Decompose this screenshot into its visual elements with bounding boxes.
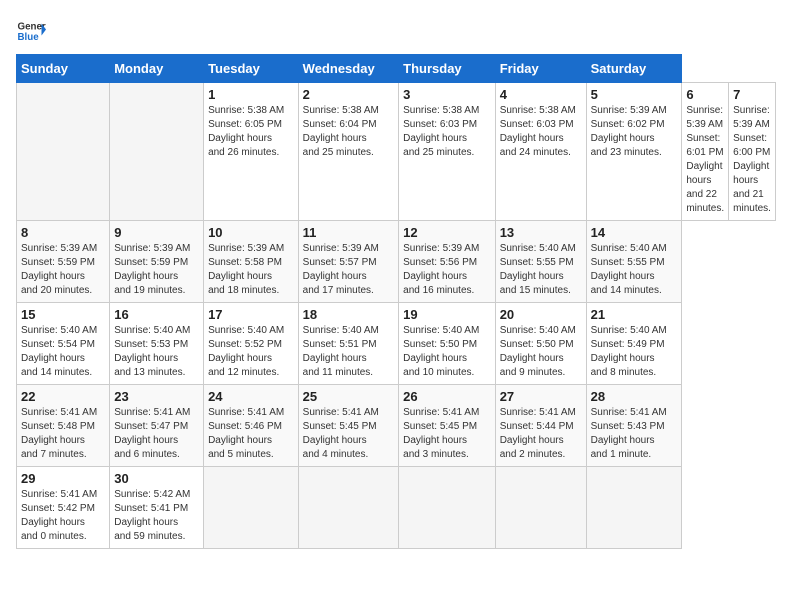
calendar-day-19: 19Sunrise: 5:40 AMSunset: 5:50 PMDayligh… [399,303,496,385]
calendar-day-9: 9Sunrise: 5:39 AMSunset: 5:59 PMDaylight… [110,221,204,303]
calendar-day-11: 11Sunrise: 5:39 AMSunset: 5:57 PMDayligh… [298,221,398,303]
calendar-day-16: 16Sunrise: 5:40 AMSunset: 5:53 PMDayligh… [110,303,204,385]
empty-cell [110,83,204,221]
calendar-header: SundayMondayTuesdayWednesdayThursdayFrid… [17,55,776,83]
calendar-day-30: 30Sunrise: 5:42 AMSunset: 5:41 PMDayligh… [110,467,204,549]
calendar-day-5: 5Sunrise: 5:39 AMSunset: 6:02 PMDaylight… [586,83,682,221]
calendar-day-14: 14Sunrise: 5:40 AMSunset: 5:55 PMDayligh… [586,221,682,303]
calendar-day-26: 26Sunrise: 5:41 AMSunset: 5:45 PMDayligh… [399,385,496,467]
calendar-day-23: 23Sunrise: 5:41 AMSunset: 5:47 PMDayligh… [110,385,204,467]
column-header-saturday: Saturday [586,55,682,83]
column-header-wednesday: Wednesday [298,55,398,83]
empty-cell [586,467,682,549]
column-header-tuesday: Tuesday [204,55,299,83]
calendar-day-17: 17Sunrise: 5:40 AMSunset: 5:52 PMDayligh… [204,303,299,385]
calendar-day-10: 10Sunrise: 5:39 AMSunset: 5:58 PMDayligh… [204,221,299,303]
column-header-monday: Monday [110,55,204,83]
calendar-day-24: 24Sunrise: 5:41 AMSunset: 5:46 PMDayligh… [204,385,299,467]
calendar-day-12: 12Sunrise: 5:39 AMSunset: 5:56 PMDayligh… [399,221,496,303]
calendar-day-7: 7Sunrise: 5:39 AMSunset: 6:00 PMDaylight… [729,83,776,221]
calendar-day-22: 22Sunrise: 5:41 AMSunset: 5:48 PMDayligh… [17,385,110,467]
calendar-day-18: 18Sunrise: 5:40 AMSunset: 5:51 PMDayligh… [298,303,398,385]
calendar-week-4: 22Sunrise: 5:41 AMSunset: 5:48 PMDayligh… [17,385,776,467]
column-header-friday: Friday [495,55,586,83]
header-row: SundayMondayTuesdayWednesdayThursdayFrid… [17,55,776,83]
calendar-day-13: 13Sunrise: 5:40 AMSunset: 5:55 PMDayligh… [495,221,586,303]
calendar-day-8: 8Sunrise: 5:39 AMSunset: 5:59 PMDaylight… [17,221,110,303]
calendar-week-3: 15Sunrise: 5:40 AMSunset: 5:54 PMDayligh… [17,303,776,385]
calendar-body: 1Sunrise: 5:38 AMSunset: 6:05 PMDaylight… [17,83,776,549]
calendar-day-20: 20Sunrise: 5:40 AMSunset: 5:50 PMDayligh… [495,303,586,385]
calendar-week-1: 1Sunrise: 5:38 AMSunset: 6:05 PMDaylight… [17,83,776,221]
calendar-day-1: 1Sunrise: 5:38 AMSunset: 6:05 PMDaylight… [204,83,299,221]
calendar-day-21: 21Sunrise: 5:40 AMSunset: 5:49 PMDayligh… [586,303,682,385]
calendar-day-27: 27Sunrise: 5:41 AMSunset: 5:44 PMDayligh… [495,385,586,467]
logo-icon: General Blue [16,16,46,46]
calendar-table: SundayMondayTuesdayWednesdayThursdayFrid… [16,54,776,549]
calendar-day-3: 3Sunrise: 5:38 AMSunset: 6:03 PMDaylight… [399,83,496,221]
empty-cell [17,83,110,221]
empty-cell [204,467,299,549]
column-header-sunday: Sunday [17,55,110,83]
calendar-week-5: 29Sunrise: 5:41 AMSunset: 5:42 PMDayligh… [17,467,776,549]
column-header-thursday: Thursday [399,55,496,83]
calendar-day-25: 25Sunrise: 5:41 AMSunset: 5:45 PMDayligh… [298,385,398,467]
empty-cell [495,467,586,549]
calendar-day-2: 2Sunrise: 5:38 AMSunset: 6:04 PMDaylight… [298,83,398,221]
calendar-week-2: 8Sunrise: 5:39 AMSunset: 5:59 PMDaylight… [17,221,776,303]
calendar-day-6: 6Sunrise: 5:39 AMSunset: 6:01 PMDaylight… [682,83,729,221]
empty-cell [298,467,398,549]
calendar-day-4: 4Sunrise: 5:38 AMSunset: 6:03 PMDaylight… [495,83,586,221]
empty-cell [399,467,496,549]
svg-text:Blue: Blue [18,32,40,43]
calendar-day-15: 15Sunrise: 5:40 AMSunset: 5:54 PMDayligh… [17,303,110,385]
calendar-day-28: 28Sunrise: 5:41 AMSunset: 5:43 PMDayligh… [586,385,682,467]
logo: General Blue [16,16,46,46]
calendar-day-29: 29Sunrise: 5:41 AMSunset: 5:42 PMDayligh… [17,467,110,549]
page-header: General Blue [16,16,776,46]
